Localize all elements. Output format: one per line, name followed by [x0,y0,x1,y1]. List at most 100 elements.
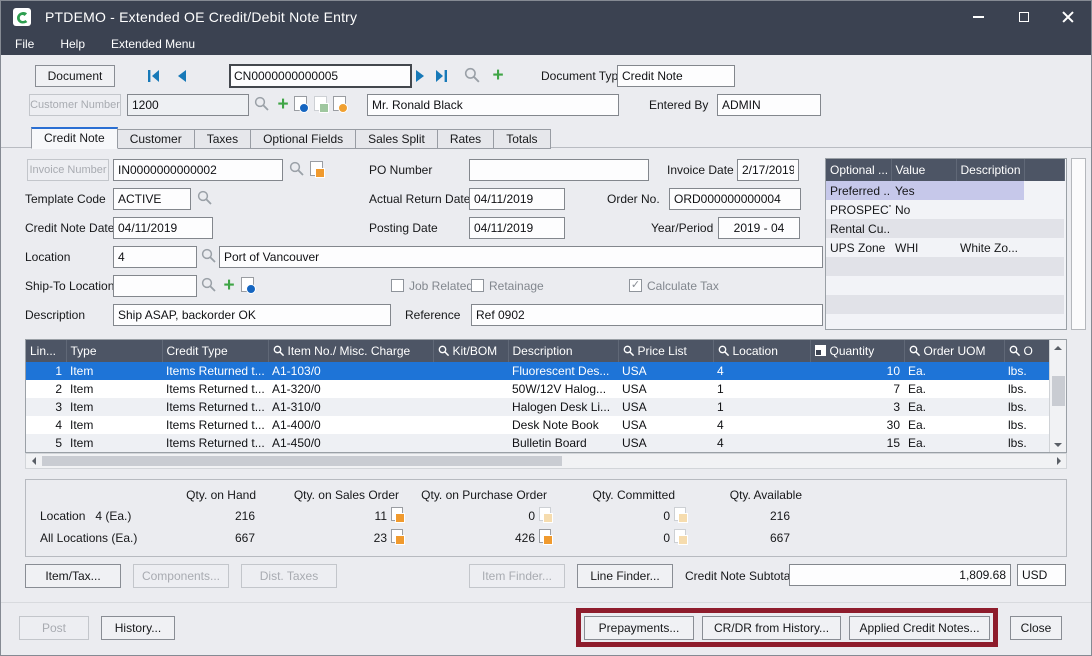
order-no-field[interactable] [669,188,801,210]
table-row[interactable]: 1ItemItems Returned t...A1-103/0Fluoresc… [26,362,1051,380]
posting-date-field[interactable] [469,217,565,239]
table-row[interactable]: 4ItemItems Returned t...A1-400/0Desk Not… [26,416,1051,434]
template-finder-icon[interactable] [197,190,213,206]
customer-number-input[interactable] [127,94,249,116]
col-order-uom[interactable]: Order UOM [904,340,1004,362]
ship-to-input[interactable] [113,275,197,297]
invoice-number-input[interactable] [113,159,283,181]
drilldown-icon[interactable] [674,529,686,543]
col-optional-value[interactable]: Value [891,159,956,181]
year-period-field[interactable] [718,217,800,239]
po-number-input[interactable] [469,159,649,181]
last-record-icon[interactable] [434,69,448,83]
description-input[interactable] [113,304,391,326]
entered-by-field[interactable] [717,94,821,116]
tab-totals[interactable]: Totals [494,129,550,149]
new-customer-icon[interactable]: + [275,96,291,114]
drilldown-icon[interactable] [539,507,551,521]
next-record-icon[interactable] [415,69,427,83]
crdr-from-history-button[interactable]: CR/DR from History... [702,616,841,640]
credit-note-date-field[interactable] [113,217,213,239]
col-price-list[interactable]: Price List [618,340,713,362]
menu-help[interactable]: Help [60,37,85,51]
document-button[interactable]: Document [35,65,115,87]
scroll-left-icon[interactable] [26,454,41,468]
tab-taxes[interactable]: Taxes [195,129,251,149]
maximize-icon[interactable] [1001,1,1046,33]
table-row[interactable]: 3ItemItems Returned t...A1-310/0Halogen … [26,398,1051,416]
job-related-checkbox[interactable] [391,279,404,292]
applied-credit-notes-button[interactable]: Applied Credit Notes... [849,616,990,640]
scrollbar-thumb[interactable] [42,456,562,466]
customer-finder-icon[interactable] [254,96,270,112]
drilldown-icon[interactable] [674,507,686,521]
drilldown-icon[interactable] [391,529,403,543]
scrollbar-thumb[interactable] [1052,376,1065,406]
item-finder-button: Item Finder... [469,564,565,588]
location-code-input[interactable] [113,246,197,268]
col-kit-bom[interactable]: Kit/BOM [433,340,508,362]
customer-zoom-icon[interactable] [333,96,346,111]
tab-customer[interactable]: Customer [118,129,195,149]
col-location[interactable]: Location [713,340,810,362]
prepayments-button[interactable]: Prepayments... [584,616,694,640]
scroll-right-icon[interactable] [1051,454,1066,468]
optional-row[interactable]: UPS Zone WHI White Zo... [826,238,1064,257]
document-finder-icon[interactable] [464,67,481,84]
scroll-down-icon[interactable] [1050,437,1066,452]
col-optional-field[interactable]: Optional ... [826,159,891,181]
customer-inquiry-icon[interactable] [294,96,307,111]
optional-row[interactable]: PROSPECT No [826,200,1064,219]
document-number-input[interactable] [229,64,412,88]
ship-to-inquiry-icon[interactable] [241,277,254,292]
new-ship-to-icon[interactable]: + [221,277,237,295]
invoice-drilldown-icon[interactable] [310,161,323,176]
col-credit-type[interactable]: Credit Type [162,340,268,362]
ship-to-finder-icon[interactable] [201,277,217,293]
tab-optional-fields[interactable]: Optional Fields [251,129,356,149]
col-optional-description[interactable]: Description [956,159,1024,181]
location-finder-icon[interactable] [201,248,217,264]
col-type[interactable]: Type [66,340,162,362]
first-record-icon[interactable] [147,69,161,83]
reference-input[interactable] [471,304,823,326]
previous-record-icon[interactable] [175,69,187,83]
minimize-icon[interactable] [956,1,1001,33]
invoice-date-field[interactable] [737,159,799,181]
po-number-label: PO Number [369,159,432,181]
invoice-finder-icon[interactable] [289,161,305,177]
location-name-field[interactable] [219,246,823,268]
retainage-checkbox[interactable] [471,279,484,292]
close-button[interactable]: Close [1010,616,1062,640]
close-window-icon[interactable] [1046,1,1091,33]
optional-grid-scrollbar[interactable] [1071,158,1086,330]
table-row[interactable]: 5ItemItems Returned t...A1-450/0Bulletin… [26,434,1051,452]
menu-file[interactable]: File [15,37,34,51]
optional-row[interactable]: Preferred ... Yes [826,181,1064,200]
col-quantity[interactable]: Quantity [810,340,904,362]
col-description[interactable]: Description [508,340,618,362]
document-type-field[interactable] [617,65,735,87]
customer-name-field[interactable] [367,94,619,116]
col-item-no[interactable]: Item No./ Misc. Charge [268,340,433,362]
optional-row[interactable]: Rental Cu... [826,219,1064,238]
actual-return-date-field[interactable] [469,188,565,210]
item-tax-button[interactable]: Item/Tax... [25,564,121,588]
scroll-up-icon[interactable] [1050,340,1066,355]
drilldown-icon[interactable] [539,529,551,543]
table-row[interactable]: 2ItemItems Returned t...A1-320/050W/12V … [26,380,1051,398]
tab-sales-split[interactable]: Sales Split [356,129,438,149]
line-finder-button[interactable]: Line Finder... [577,564,673,588]
history-button[interactable]: History... [101,616,175,640]
post-button: Post [19,616,89,640]
menu-extended[interactable]: Extended Menu [111,37,195,51]
drilldown-icon[interactable] [391,507,403,521]
tab-credit-note[interactable]: Credit Note [31,127,118,149]
tab-rates[interactable]: Rates [438,129,494,149]
template-code-input[interactable] [113,188,191,210]
table-vertical-scrollbar[interactable] [1049,340,1066,452]
new-document-icon[interactable]: + [490,67,506,85]
col-order-weight-uom[interactable]: O [1004,340,1051,362]
table-horizontal-scrollbar[interactable] [25,453,1067,469]
col-line[interactable]: Lin... [26,340,66,362]
